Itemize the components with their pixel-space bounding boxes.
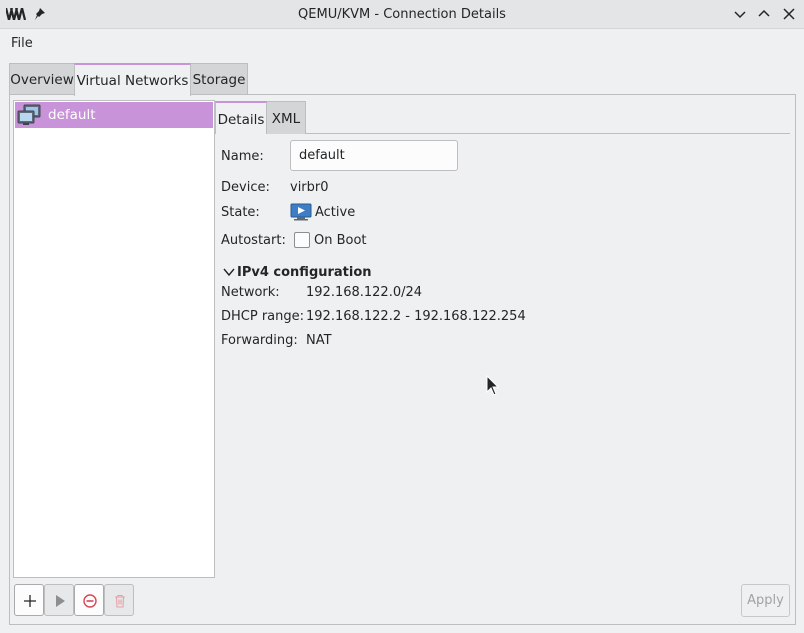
network-icon (17, 104, 41, 125)
menu-bar: File (0, 30, 804, 56)
play-icon (56, 595, 65, 607)
add-icon (24, 595, 36, 607)
name-field[interactable] (290, 140, 458, 171)
window-title: QEMU/KVM - Connection Details (298, 7, 506, 22)
network-list[interactable]: default (13, 100, 215, 578)
dhcp-range-value: 192.168.122.2 - 192.168.122.254 (306, 309, 526, 324)
minimize-button[interactable] (732, 6, 748, 22)
tab-overview[interactable]: Overview (9, 63, 75, 95)
forwarding-label: Forwarding: (221, 333, 298, 348)
name-label: Name: (221, 149, 264, 164)
autostart-checkbox[interactable] (294, 232, 310, 248)
chevron-down-icon (223, 268, 235, 277)
tab-divider (305, 133, 790, 134)
chevron-up-icon (758, 9, 770, 17)
tab-storage[interactable]: Storage (190, 63, 248, 95)
ipv4-section-title: IPv4 configuration (237, 265, 372, 280)
network-label: Network: (221, 285, 280, 300)
state-label: State: (221, 205, 260, 220)
tab-xml[interactable]: XML (266, 101, 306, 134)
device-label: Device: (221, 180, 270, 195)
autostart-label: Autostart: (221, 233, 286, 248)
close-button[interactable] (781, 6, 797, 22)
start-network-button[interactable] (44, 584, 74, 616)
stop-network-button[interactable] (74, 584, 104, 616)
apply-button[interactable]: Apply (741, 584, 790, 617)
device-value: virbr0 (290, 180, 329, 195)
stop-icon (83, 594, 97, 608)
delete-network-button[interactable] (104, 584, 134, 616)
add-network-button[interactable] (14, 584, 44, 616)
tab-virtual-networks[interactable]: Virtual Networks (74, 63, 191, 96)
forwarding-value: NAT (306, 333, 332, 348)
mouse-cursor-icon (486, 375, 500, 396)
tab-details[interactable]: Details (215, 101, 267, 134)
network-value: 192.168.122.0/24 (306, 285, 423, 300)
menu-file[interactable]: File (11, 36, 33, 51)
monitor-play-icon (290, 203, 312, 221)
state-value: Active (315, 205, 356, 220)
title-bar: QEMU/KVM - Connection Details (0, 0, 804, 29)
close-icon (783, 8, 795, 20)
network-name-label: default (48, 107, 96, 123)
chevron-down-icon (734, 11, 746, 19)
maximize-button[interactable] (756, 6, 772, 22)
network-list-item[interactable]: default (15, 102, 213, 128)
dhcp-range-label: DHCP range: (221, 309, 305, 324)
delete-icon (115, 594, 125, 608)
autostart-option-label[interactable]: On Boot (314, 233, 367, 248)
